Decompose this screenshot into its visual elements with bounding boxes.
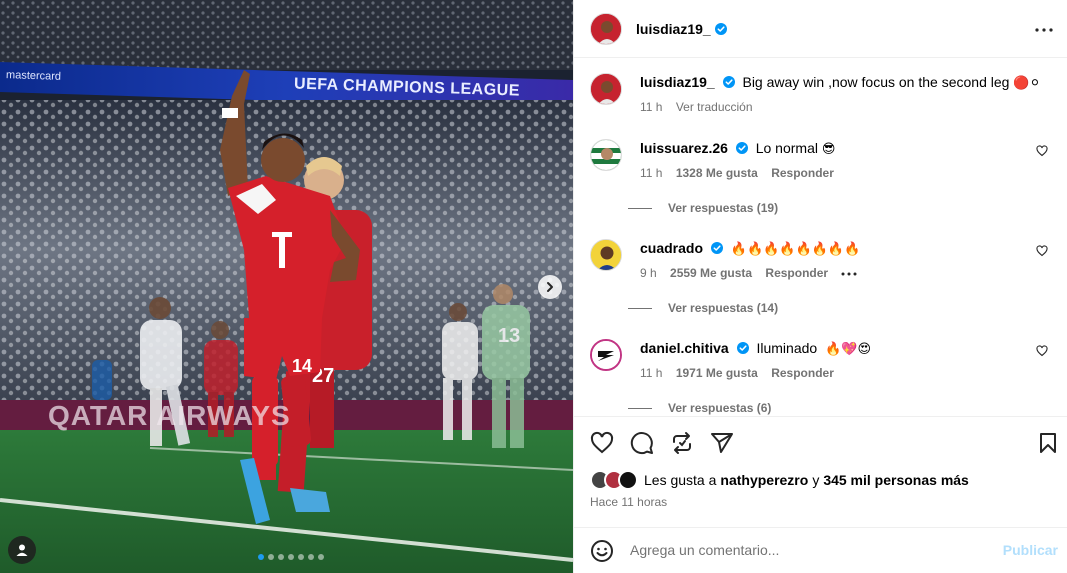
comment-time[interactable]: 11 h (640, 166, 662, 180)
likes-user[interactable]: nathyperezro (720, 472, 808, 488)
publish-button[interactable]: Publicar (1003, 542, 1058, 558)
reply-button[interactable]: Responder (771, 166, 834, 180)
commenter-avatar-image (591, 240, 621, 270)
repost-icon[interactable] (670, 431, 694, 455)
carousel-dot (318, 554, 324, 560)
caption-text: Big away win ,now focus on the second le… (742, 74, 1010, 90)
comment-composer: Publicar (574, 527, 1067, 573)
carousel-dot (258, 554, 264, 560)
comment-item: cuadrado 🔥🔥🔥🔥🔥🔥🔥🔥 9 h 2559 Me gusta Resp… (590, 239, 1060, 299)
comment-like-heart-icon[interactable] (1036, 345, 1048, 357)
comment-emojis: 😎 (821, 142, 836, 157)
post-panel: luisdiaz19_ luisdiaz19_ Big away win ,no… (573, 0, 1067, 573)
emoji-icon[interactable] (590, 539, 614, 563)
verified-badge-icon (735, 142, 748, 154)
share-icon[interactable] (710, 431, 734, 455)
comment-item: daniel.chitiva Iluminado 🔥💖😍 11 h 1971 M… (590, 339, 1060, 399)
caption-emojis: 🔴⚪ (1013, 76, 1041, 91)
liker-avatars (590, 470, 640, 490)
reply-button[interactable]: Responder (765, 266, 828, 280)
caption-time[interactable]: 11 h (640, 100, 662, 114)
view-replies-label: Ver respuestas (6) (668, 401, 772, 415)
comment-time[interactable]: 11 h (640, 366, 662, 380)
carousel-dot (288, 554, 294, 560)
comment-icon[interactable] (630, 431, 654, 455)
comment-username[interactable]: luissuarez.26 (640, 140, 728, 156)
verified-badge-icon (722, 76, 735, 88)
commenter-avatar[interactable] (590, 139, 622, 171)
comment-username[interactable]: cuadrado (640, 240, 703, 256)
commenter-avatar[interactable] (590, 239, 622, 271)
likes-summary[interactable]: Les gusta a nathyperezro y 345 mil perso… (590, 470, 969, 490)
comment-input[interactable] (630, 538, 990, 562)
comment-emojis: 🔥💖😍 (825, 342, 872, 357)
comment-likes[interactable]: 1971 Me gusta (676, 366, 758, 380)
likes-others[interactable]: 345 mil personas más (823, 472, 969, 488)
post-header: luisdiaz19_ (574, 0, 1067, 58)
comment-like-heart-icon[interactable] (1036, 245, 1048, 257)
author-avatar-image (591, 13, 621, 44)
heart-icon[interactable] (590, 431, 614, 455)
comment-time[interactable]: 9 h (640, 266, 657, 280)
caption: luisdiaz19_ Big away win ,now focus on t… (590, 73, 1060, 123)
carousel-indicator (258, 554, 324, 560)
author-avatar-image (591, 74, 621, 104)
comment-username[interactable]: daniel.chitiva (640, 340, 729, 356)
sponsor-mastercard: mastercard (5, 69, 62, 83)
caption-username[interactable]: luisdiaz19_ (640, 74, 715, 90)
author-avatar[interactable] (590, 12, 622, 45)
verified-badge-icon (714, 22, 727, 35)
comment-likes[interactable]: 1328 Me gusta (676, 166, 758, 180)
view-replies-label: Ver respuestas (19) (668, 201, 779, 215)
commenter-avatar[interactable] (590, 339, 622, 371)
keeper-number: 13 (498, 325, 520, 347)
sponsor-board-text: QATAR AIRWAYS (48, 400, 291, 431)
more-options-button[interactable] (1032, 18, 1056, 42)
carousel-next-button[interactable] (538, 275, 562, 299)
carousel-dot (308, 554, 314, 560)
comment-more-icon[interactable] (841, 272, 857, 276)
more-icon (1035, 28, 1053, 32)
post-media[interactable]: 13 27 14 UEFA CHAMPIONS LEAGUE mastercar… (0, 0, 573, 573)
user-tag-button[interactable] (8, 536, 36, 564)
reply-button[interactable]: Responder (771, 366, 834, 380)
comment-item: luissuarez.26 Lo normal 😎 11 h 1328 Me g… (590, 139, 1060, 199)
comment-emojis: 🔥🔥🔥🔥🔥🔥🔥🔥 (730, 242, 861, 257)
save-icon[interactable] (1036, 431, 1060, 455)
likes-prefix: Les gusta a (644, 472, 717, 488)
view-replies-label: Ver respuestas (14) (668, 301, 779, 315)
liker-avatar (618, 470, 638, 490)
post-actions-bar (574, 416, 1067, 470)
post-timestamp[interactable]: Hace 11 horas (590, 495, 667, 509)
commenter-avatar-image (592, 341, 620, 369)
carousel-dot (278, 554, 284, 560)
chevron-right-icon (547, 282, 553, 292)
see-translation-link[interactable]: Ver traducción (676, 100, 753, 114)
carousel-dot (268, 554, 274, 560)
view-replies-button[interactable]: Ver respuestas (6) (628, 401, 771, 415)
author-avatar[interactable] (590, 73, 622, 105)
comment-like-heart-icon[interactable] (1036, 145, 1048, 157)
author-username[interactable]: luisdiaz19_ (636, 21, 711, 37)
verified-badge-icon (736, 342, 749, 354)
likes-conj: y (812, 472, 820, 488)
view-replies-button[interactable]: Ver respuestas (19) (628, 201, 778, 215)
comment-likes[interactable]: 2559 Me gusta (670, 266, 752, 280)
view-replies-button[interactable]: Ver respuestas (14) (628, 301, 778, 315)
comment-text: Iluminado (756, 340, 818, 356)
comment-text: Lo normal (755, 140, 818, 156)
user-tag-icon (16, 544, 28, 556)
verified-badge-icon (710, 242, 723, 254)
carousel-dot (298, 554, 304, 560)
shirt-number-main: 14 (292, 356, 312, 376)
commenter-avatar-image (591, 140, 621, 170)
comments-list[interactable]: luisdiaz19_ Big away win ,now focus on t… (574, 59, 1067, 415)
